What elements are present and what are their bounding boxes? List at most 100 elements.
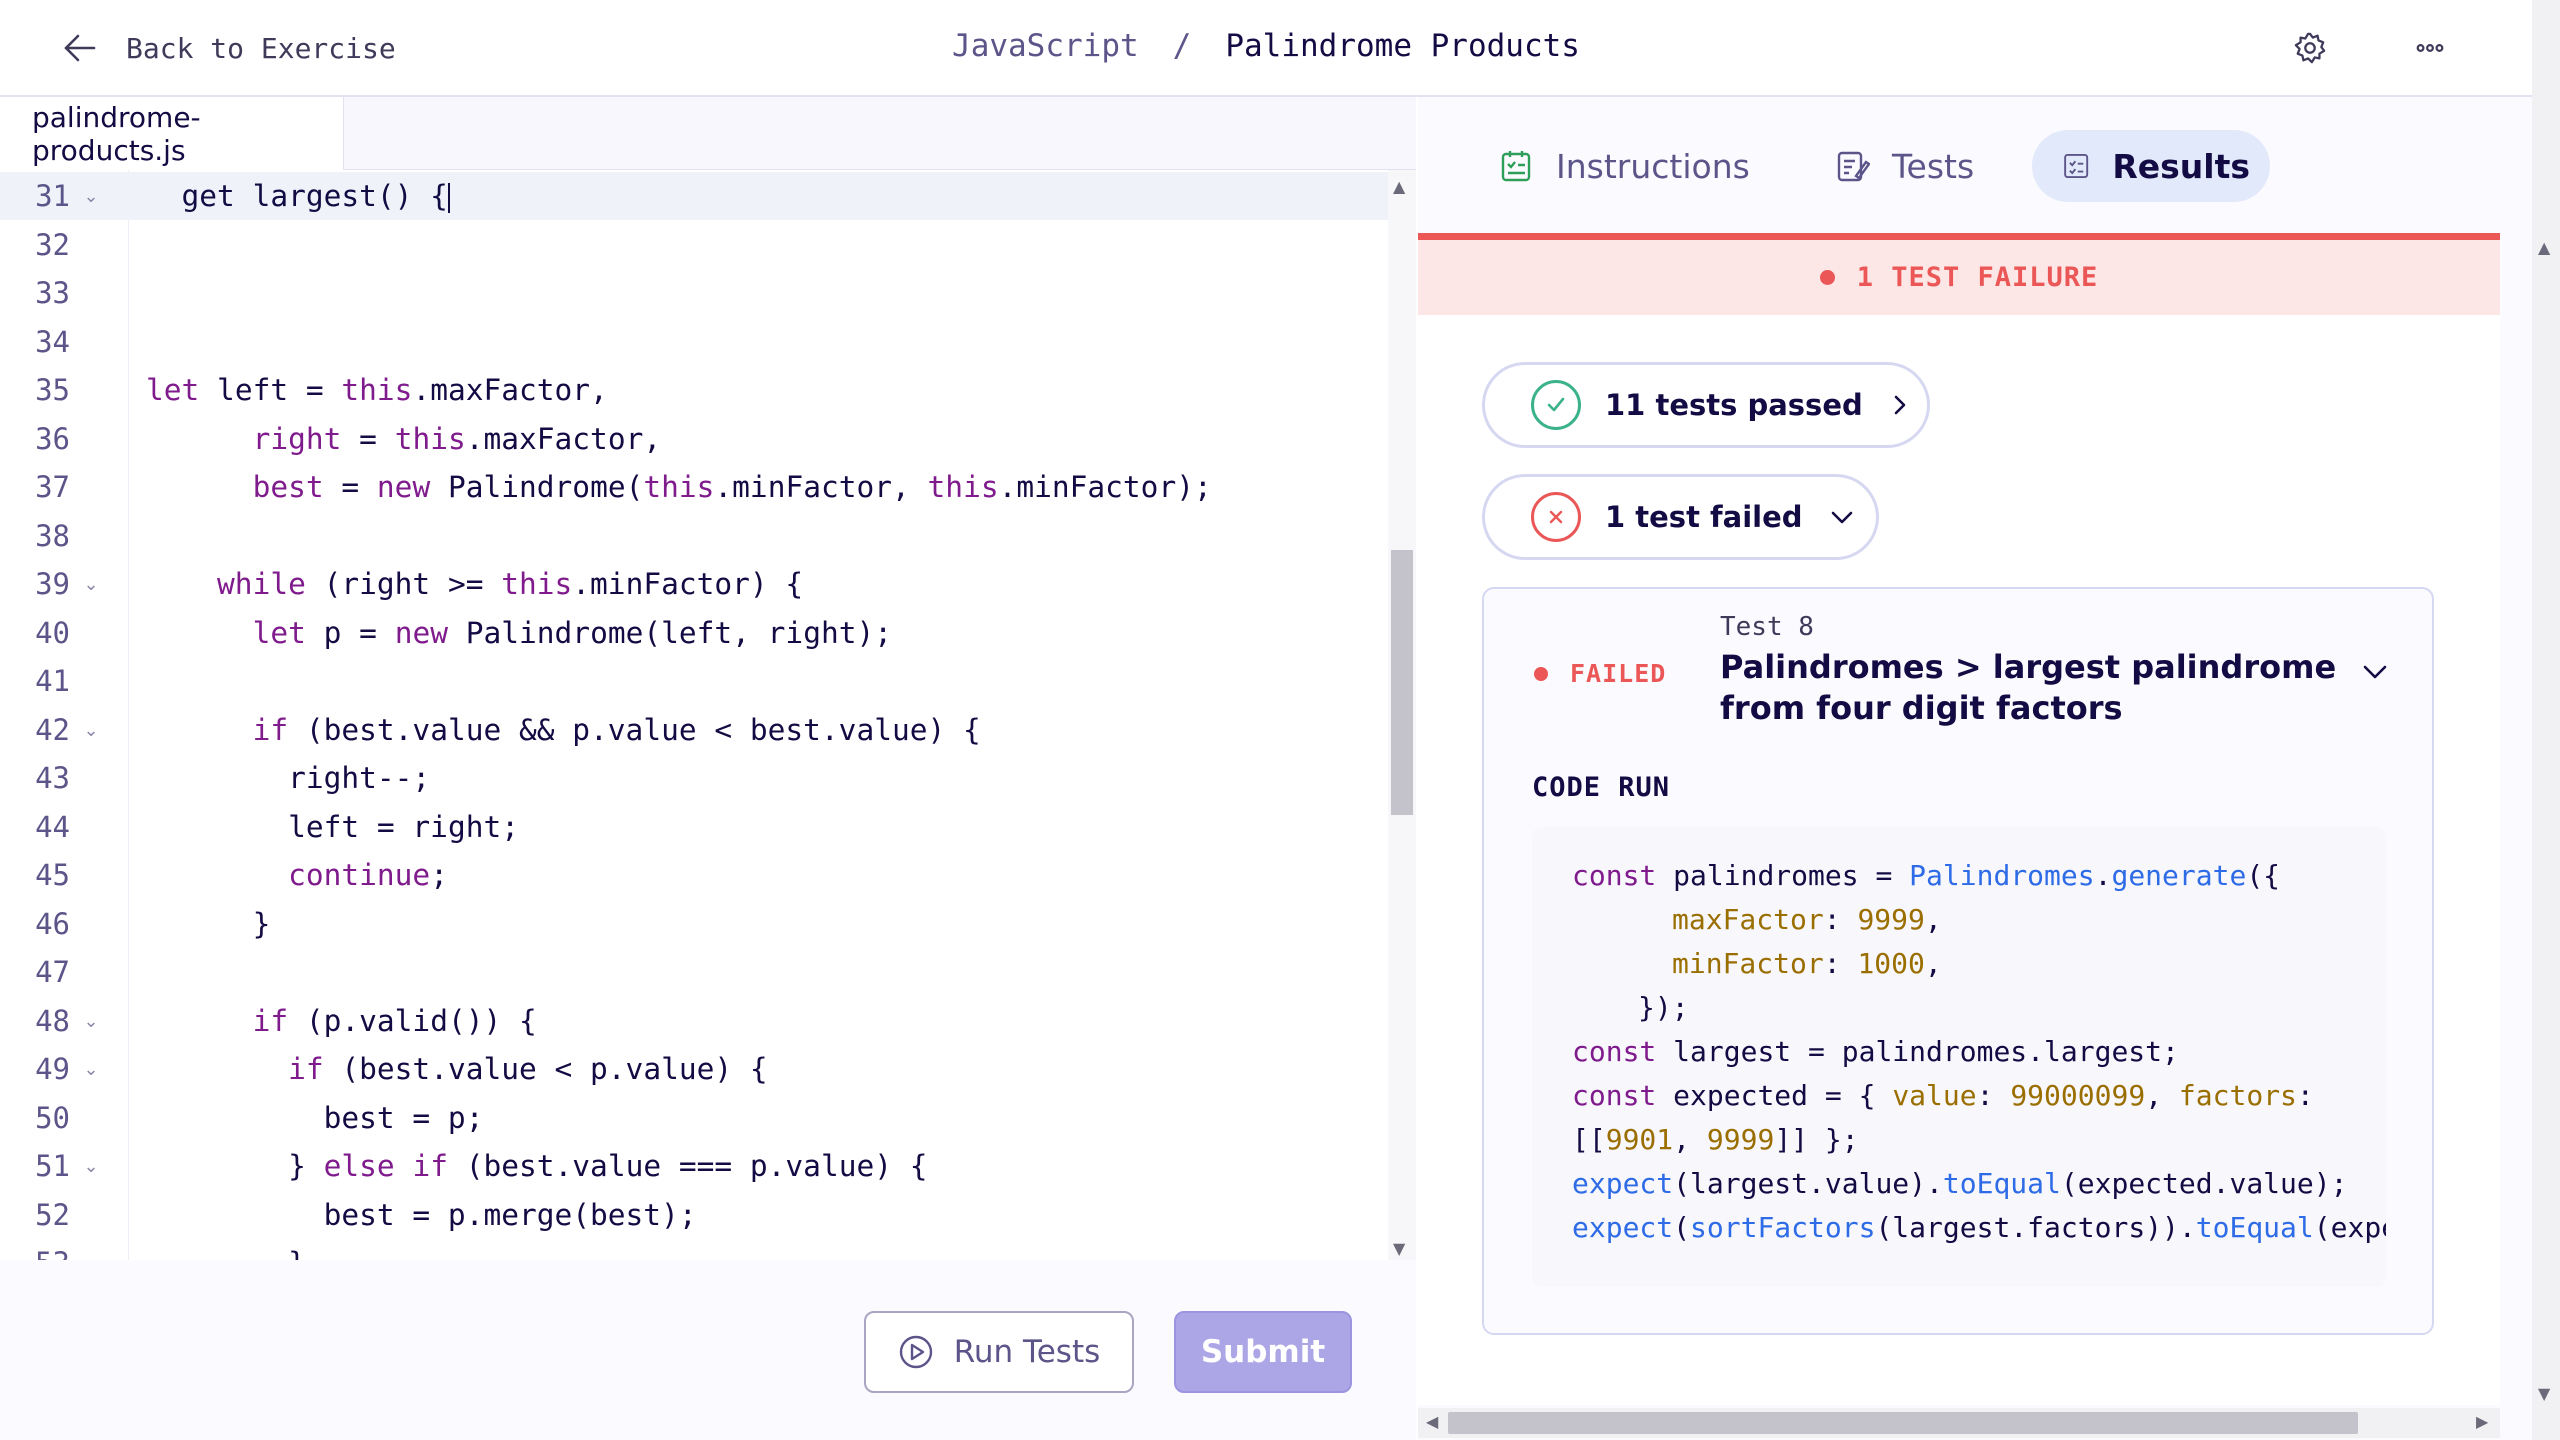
code-line[interactable]: 38: [0, 512, 1388, 560]
line-number: 32: [35, 228, 70, 262]
page-scrollbar[interactable]: ▲ ▼: [2532, 0, 2560, 1440]
editor-pane: palindrome-products.js 31 ⌄ get largest()…: [0, 97, 1416, 1440]
line-number: 49: [35, 1052, 70, 1086]
code-line[interactable]: 44 left = right;: [0, 803, 1388, 851]
line-number: 41: [35, 664, 70, 698]
fold-chevron-icon[interactable]: ⌄: [70, 1156, 112, 1177]
test-name: Palindromes > largest palindrome from fo…: [1720, 648, 2337, 727]
code-text: get largest() {: [181, 179, 450, 213]
fold-chevron-icon[interactable]: ⌄: [70, 1011, 112, 1032]
code-run-line: maxFactor: 9999,: [1672, 903, 1942, 936]
line-number: 44: [35, 810, 70, 844]
collapse-test-chevron-icon[interactable]: [2358, 655, 2392, 689]
code-text: while (right >= this.minFactor) {: [217, 567, 804, 601]
code-text: best = p.merge(best);: [323, 1198, 697, 1232]
code-line[interactable]: 51 ⌄ } else if (best.value === p.value) {: [0, 1142, 1388, 1190]
tests-failed-toggle[interactable]: 1 test failed: [1482, 474, 1879, 560]
line-number: 45: [35, 858, 70, 892]
editor-scroll-up-icon[interactable]: ▲: [1393, 177, 1405, 196]
code-text: continue;: [288, 858, 448, 892]
breadcrumb-separator: /: [1172, 28, 1192, 64]
code-line[interactable]: 41: [0, 657, 1388, 705]
scroll-down-icon[interactable]: ▼: [2538, 1384, 2550, 1403]
code-run-line: expect(largest.value).toEqual(expected.v…: [1572, 1167, 2348, 1200]
breadcrumb-exercise: Palindrome Products: [1225, 28, 1580, 64]
code-line[interactable]: 33: [0, 269, 1388, 317]
results-horizontal-scroll-thumb[interactable]: [1448, 1412, 2358, 1434]
code-line[interactable]: 48 ⌄ if (p.valid()) {: [0, 997, 1388, 1045]
code-line[interactable]: 45 continue;: [0, 851, 1388, 899]
test-status-label: FAILED: [1570, 659, 1667, 688]
scroll-up-icon[interactable]: ▲: [2538, 238, 2550, 257]
code-run-line: minFactor: 1000,: [1672, 947, 1942, 980]
top-header: Back to Exercise JavaScript / Palindrome…: [0, 0, 2532, 97]
line-number: 53: [0, 1246, 70, 1260]
line-number: 36: [35, 422, 70, 456]
tests-passed-toggle[interactable]: 11 tests passed: [1482, 362, 1930, 448]
code-line[interactable]: 46 }: [0, 900, 1388, 948]
code-line[interactable]: 35 let left = this.maxFactor,: [0, 366, 1388, 414]
code-line[interactable]: 32: [0, 221, 1388, 269]
fold-chevron-icon[interactable]: ⌄: [70, 1059, 112, 1080]
fold-chevron-icon[interactable]: ⌄: [70, 186, 112, 207]
more-options-button[interactable]: [2412, 30, 2448, 66]
line-number: 35: [35, 373, 70, 407]
code-text: }: [112, 1246, 306, 1260]
tab-instructions-label: Instructions: [1556, 146, 1750, 186]
code-line[interactable]: 36 right = this.maxFactor,: [0, 415, 1388, 463]
scroll-left-icon[interactable]: ◀: [1426, 1412, 1438, 1431]
instructions-icon: [1501, 151, 1531, 182]
editor-scroll-thumb[interactable]: [1391, 550, 1413, 815]
breadcrumb-track[interactable]: JavaScript: [952, 28, 1139, 64]
code-editor[interactable]: 31 ⌄ get largest() { 32 33 34 35 let left = th…: [0, 170, 1388, 1260]
tab-tests[interactable]: Tests: [1814, 130, 1994, 202]
editor-scroll-down-icon[interactable]: ▼: [1393, 1239, 1405, 1258]
code-text: if (p.valid()) {: [252, 1004, 537, 1038]
code-text: let p = new Palindrome(left, right);: [252, 616, 892, 650]
breadcrumb: JavaScript / Palindrome Products: [0, 28, 2532, 64]
code-line[interactable]: 43 right--;: [0, 754, 1388, 802]
line-number: 52: [35, 1198, 70, 1232]
code-line[interactable]: 53 }: [0, 1239, 1388, 1260]
code-line[interactable]: 42 ⌄ if (best.value && p.value < best.val…: [0, 706, 1388, 754]
submit-button[interactable]: Submit: [1174, 1311, 1352, 1393]
line-number: 42: [35, 713, 70, 747]
tab-tests-label: Tests: [1892, 146, 1975, 186]
fold-chevron-icon[interactable]: ⌄: [70, 720, 112, 741]
failure-banner: 1 TEST FAILURE: [1418, 233, 2500, 315]
fold-chevron-icon[interactable]: ⌄: [70, 574, 112, 595]
line-number: 38: [35, 519, 70, 553]
tab-results[interactable]: Results: [2032, 130, 2270, 202]
file-tab[interactable]: palindrome-products.js: [0, 97, 344, 170]
code-text: best = new Palindrome(this.minFactor, th…: [252, 470, 1212, 504]
settings-button[interactable]: [2292, 30, 2328, 66]
tab-instructions[interactable]: Instructions: [1478, 130, 1770, 202]
scroll-right-icon[interactable]: ▶: [2476, 1412, 2488, 1431]
text-cursor: [447, 182, 450, 213]
failed-test-card: FAILED Test 8 Palindromes > largest pali…: [1482, 587, 2434, 1335]
line-number: 51: [35, 1149, 70, 1183]
code-line[interactable]: 52 best = p.merge(best);: [0, 1191, 1388, 1239]
code-run-block: const palindromes = Palindromes.generate…: [1532, 827, 2386, 1287]
code-text: if (best.value < p.value) {: [288, 1052, 768, 1086]
code-line[interactable]: 39 ⌄ while (right >= this.minFactor) {: [0, 560, 1388, 608]
line-number: 46: [35, 907, 70, 941]
line-number: 33: [35, 276, 70, 310]
tests-icon: [1837, 151, 1870, 182]
run-tests-button[interactable]: Run Tests: [864, 1311, 1134, 1393]
chevron-right-icon: [1894, 395, 1906, 415]
code-line[interactable]: 50 best = p;: [0, 1094, 1388, 1142]
code-line[interactable]: 31 ⌄ get largest() {: [0, 172, 1388, 220]
code-line[interactable]: 49 ⌄ if (best.value < p.value) {: [0, 1045, 1388, 1093]
code-run-line: const palindromes = Palindromes.generate…: [1572, 859, 2281, 892]
test-status: FAILED: [1534, 659, 1666, 688]
code-line[interactable]: 37 best = new Palindrome(this.minFactor,…: [0, 463, 1388, 511]
code-line[interactable]: 40 let p = new Palindrome(left, right);: [0, 609, 1388, 657]
code-run-heading: CODE RUN: [1532, 772, 1671, 803]
code-run-line: expect(sortFactors(largest.factors)).toE…: [1572, 1211, 2386, 1244]
line-number: 47: [35, 955, 70, 989]
line-number: 40: [35, 616, 70, 650]
code-line[interactable]: 47: [0, 948, 1388, 996]
line-number: 39: [35, 567, 70, 601]
code-line[interactable]: 34: [0, 318, 1388, 366]
